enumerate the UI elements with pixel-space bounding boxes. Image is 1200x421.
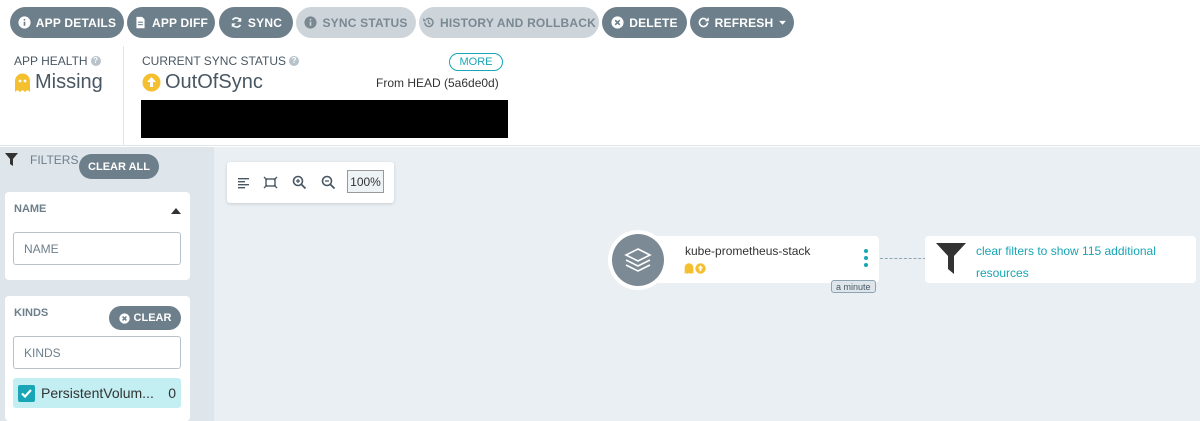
zoom-level[interactable]: 100%: [347, 170, 384, 193]
zoom-out-icon[interactable]: [321, 175, 336, 190]
sync-icon: [231, 17, 242, 28]
info-icon: [18, 16, 31, 29]
ghost-icon: [684, 263, 694, 274]
kind-filter-item[interactable]: PersistentVolum... 0: [13, 378, 181, 408]
times-circle-icon: [611, 16, 624, 29]
app-node-icon[interactable]: [608, 230, 668, 290]
clear-kinds-label: CLEAR: [133, 312, 172, 324]
filters-header: FILTERS: [5, 153, 78, 167]
history-icon: [423, 17, 434, 28]
kinds-filter-title: KINDS: [14, 307, 49, 319]
sync-label: SYNC: [247, 15, 283, 30]
delete-label: DELETE: [629, 15, 678, 30]
layers-icon: [624, 248, 652, 272]
kind-filter-label: PersistentVolum...: [41, 385, 154, 401]
app-details-label: APP DETAILS: [35, 15, 117, 30]
filter-icon: [936, 243, 966, 274]
help-icon[interactable]: ?: [90, 56, 101, 66]
filter-icon: [5, 153, 18, 166]
app-diff-label: APP DIFF: [151, 15, 209, 30]
app-node[interactable]: kube-prometheus-stack: [634, 236, 879, 283]
app-health: APP HEALTH ? Missing: [14, 54, 103, 94]
refresh-label: REFRESH: [714, 15, 774, 30]
sync-status: CURRENT SYNC STATUS ? OutOfSync: [142, 54, 300, 94]
refresh-icon: [698, 17, 709, 28]
more-button[interactable]: MORE: [449, 53, 503, 71]
resource-graph[interactable]: 100% kube-prometheus-stack a minute clea…: [214, 147, 1200, 421]
revision-info: From HEAD (5a6de0d): [376, 76, 499, 90]
app-health-value: Missing: [35, 71, 103, 93]
app-details-button[interactable]: APP DETAILS: [10, 7, 124, 38]
kinds-filter: KINDS CLEAR KINDS PersistentVolum... 0: [5, 296, 190, 421]
app-health-label: APP HEALTH: [14, 54, 88, 68]
name-filter-title: NAME: [14, 203, 47, 215]
graph-toolbar: 100%: [227, 162, 394, 203]
sync-status-label: CURRENT SYNC STATUS: [142, 54, 287, 68]
filters-panel: FILTERS CLEAR ALL NAME NAME KINDS CLEAR …: [0, 147, 214, 421]
arrow-circle-up-icon: [142, 73, 161, 92]
align-left-icon[interactable]: [236, 175, 251, 190]
zoom-in-icon[interactable]: [292, 175, 307, 190]
app-node-name: kube-prometheus-stack: [685, 244, 811, 258]
info-icon: [304, 16, 318, 29]
filters-title: FILTERS: [30, 153, 79, 167]
caret-down-icon[interactable]: [778, 18, 787, 27]
redacted-area: [141, 100, 508, 138]
delete-button[interactable]: DELETE: [602, 7, 687, 38]
history-rollback-label: HISTORY AND ROLLBACK: [439, 15, 596, 30]
clear-kinds-button[interactable]: CLEAR: [109, 306, 181, 330]
sync-status-button[interactable]: SYNC STATUS: [296, 7, 416, 38]
sync-status-label: SYNC STATUS: [322, 15, 408, 30]
sync-status-value: OutOfSync: [165, 71, 263, 93]
history-rollback-button[interactable]: HISTORY AND ROLLBACK: [419, 7, 599, 38]
fit-screen-icon[interactable]: [263, 175, 278, 190]
app-toolbar: APP DETAILS APP DIFF SYNC SYNC STATUS HI…: [0, 0, 1200, 46]
collapse-caret-icon[interactable]: [171, 208, 181, 214]
file-icon: [136, 16, 145, 29]
node-status-icons: [684, 263, 706, 274]
clear-filters-link[interactable]: clear filters to show 115 additional res…: [976, 240, 1176, 284]
clear-all-button[interactable]: CLEAR ALL: [79, 154, 159, 179]
refresh-button[interactable]: REFRESH: [690, 7, 794, 38]
app-diff-button[interactable]: APP DIFF: [127, 7, 215, 38]
times-circle-icon: [118, 312, 130, 324]
kind-filter-count: 0: [168, 385, 176, 401]
checkbox-checked-icon[interactable]: [18, 384, 35, 402]
graph-edge: [880, 258, 926, 259]
name-filter: NAME NAME: [5, 192, 190, 280]
sync-button[interactable]: SYNC: [219, 7, 293, 38]
node-menu-icon[interactable]: [864, 249, 870, 270]
status-panel: APP HEALTH ? Missing CURRENT SYNC STATUS…: [0, 46, 1200, 146]
ghost-icon: [15, 73, 30, 92]
node-age-badge: a minute: [831, 280, 876, 293]
kinds-input[interactable]: KINDS: [13, 336, 181, 369]
arrow-circle-up-icon: [695, 263, 706, 274]
help-icon[interactable]: ?: [289, 56, 300, 66]
filtered-resources-node[interactable]: clear filters to show 115 additional res…: [925, 236, 1196, 283]
name-input[interactable]: NAME: [13, 232, 181, 265]
status-divider: [123, 46, 124, 146]
